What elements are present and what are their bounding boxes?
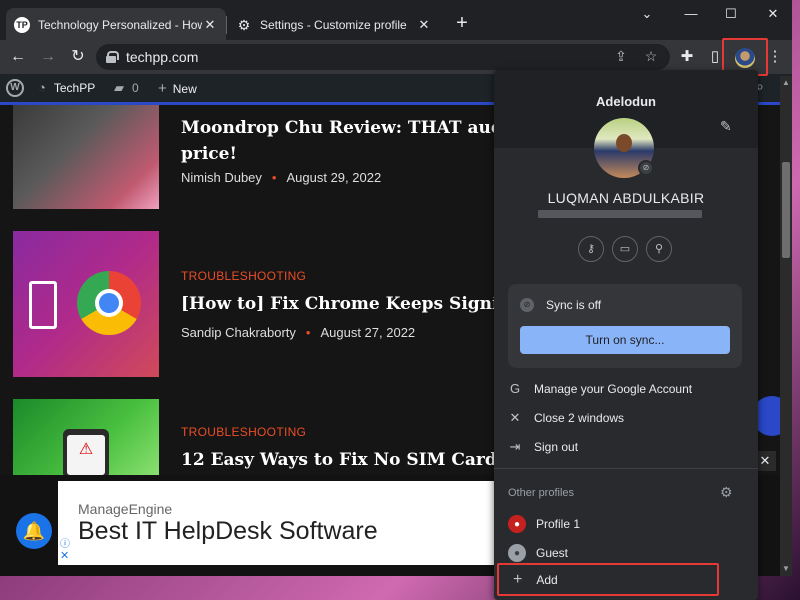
sync-paused-icon: ⊘	[638, 160, 654, 176]
payment-card-icon[interactable]: ▭	[612, 236, 638, 262]
manage-profiles-gear-icon[interactable]: ⚙	[720, 484, 733, 501]
article-title[interactable]: 12 Easy Ways to Fix No SIM Card Erro	[181, 447, 501, 473]
sign-out-icon: ⇥	[509, 439, 521, 454]
category-label[interactable]: TROUBLESHOOTING	[181, 269, 306, 283]
new-content-link[interactable]: + New	[158, 80, 197, 97]
scrollbar[interactable]: ▲ ▼	[780, 76, 792, 576]
author-link[interactable]: Nimish Dubey	[181, 170, 262, 185]
ad-close-icon[interactable]: ✕	[60, 549, 69, 562]
ad-box[interactable]: ManageEngine Best IT HelpDesk Software ⓘ…	[58, 481, 494, 565]
gear-icon: ⚙	[237, 17, 251, 33]
account-email-redacted	[538, 210, 702, 218]
wordpress-logo-icon[interactable]: W	[6, 79, 24, 97]
back-button[interactable]: ←	[6, 46, 30, 68]
sync-status: Sync is off	[546, 298, 602, 312]
dashboard-icon: ◔	[38, 80, 46, 95]
date-text: August 29, 2022	[286, 170, 382, 185]
ad-headline[interactable]: Best IT HelpDesk Software	[78, 517, 378, 546]
lock-icon	[106, 51, 119, 63]
person-avatar-icon: ●	[508, 515, 526, 533]
tab-strip: TP Technology Personalized - How T ✕ ⚙ S…	[0, 0, 792, 44]
article-thumbnail[interactable]	[13, 105, 159, 209]
article-thumbnail[interactable]: ⚠	[13, 399, 159, 479]
profile-item-profile-1[interactable]: ● Profile 1	[508, 515, 580, 533]
reload-button[interactable]: ↻	[66, 46, 90, 68]
share-icon[interactable]: ⇪	[612, 48, 630, 65]
sign-out-item[interactable]: ⇥ Sign out	[508, 439, 579, 455]
article-meta: Nimish Dubey • August 29, 2022	[181, 170, 382, 185]
new-tab-button[interactable]: +	[450, 12, 474, 36]
chrome-logo-icon	[77, 271, 141, 335]
article-title[interactable]: Moondrop Chu Review: THAT audio ( price!	[181, 115, 501, 167]
add-profile-button[interactable]: + Add	[497, 563, 719, 596]
extensions-puzzle-icon[interactable]: ✚	[676, 46, 698, 68]
ad-brand: ManageEngine	[78, 501, 173, 517]
sync-card: ⊘ Sync is off Turn on sync...	[508, 284, 742, 368]
author-link[interactable]: Sandip Chakraborty	[181, 325, 296, 340]
tab-title: Settings - Customize profile	[260, 18, 407, 32]
techpp-favicon-icon: TP	[14, 17, 30, 33]
ad-info-icon[interactable]: ⓘ	[60, 535, 70, 550]
menu-item-label: Manage your Google Account	[534, 381, 693, 396]
scrollbar-thumb[interactable]	[782, 162, 790, 258]
comments-link[interactable]: ▰ 0	[114, 80, 139, 96]
notification-bell-icon[interactable]: 🔔	[16, 513, 52, 549]
bookmark-star-icon[interactable]: ☆	[642, 48, 660, 65]
scroll-down-icon[interactable]: ▼	[782, 564, 790, 573]
article-meta: Sandip Chakraborty • August 27, 2022	[181, 325, 416, 340]
turn-on-sync-button[interactable]: Turn on sync...	[520, 326, 730, 354]
profile-item-guest[interactable]: ● Guest	[508, 544, 568, 562]
url-text: techpp.com	[126, 49, 199, 65]
guest-avatar-icon: ●	[508, 544, 526, 562]
maximize-button[interactable]: ☐	[716, 6, 746, 22]
manage-account-item[interactable]: G Manage your Google Account	[508, 381, 692, 396]
date-text: August 27, 2022	[320, 325, 416, 340]
sync-off-icon: ⊘	[520, 298, 534, 312]
google-g-icon: G	[509, 381, 521, 396]
close-windows-item[interactable]: ✕ Close 2 windows	[508, 410, 625, 426]
close-window-button[interactable]: ✕	[758, 6, 788, 22]
menu-item-label: Sign out	[534, 440, 579, 454]
avatar	[735, 48, 755, 68]
account-full-name: LUQMAN ABDULKABIR	[547, 190, 705, 206]
article-thumbnail[interactable]	[13, 231, 159, 377]
article-title[interactable]: [How to] Fix Chrome Keeps Signing I	[181, 291, 501, 317]
addresses-pin-icon[interactable]: ⚲	[646, 236, 672, 262]
category-label[interactable]: TROUBLESHOOTING	[181, 425, 306, 439]
minimize-button[interactable]: —	[676, 6, 706, 21]
site-name-link[interactable]: ◔ TechPP	[38, 80, 95, 95]
profile-menu: Adelodun ✎ ⊘ LUQMAN ABDULKABIR ⚷ ▭ ⚲ ⊘ S…	[494, 70, 758, 600]
add-label: Add	[536, 572, 558, 587]
plus-icon: +	[513, 570, 523, 588]
profile-label: Guest	[536, 546, 569, 560]
tab-title: Technology Personalized - How T	[38, 18, 202, 32]
new-label: New	[172, 81, 197, 96]
site-name-label: TechPP	[53, 80, 96, 95]
profile-name: Adelodun	[596, 94, 656, 109]
tab-techpp[interactable]: TP Technology Personalized - How T ✕	[6, 8, 226, 42]
close-tab-icon[interactable]: ✕	[416, 17, 432, 33]
other-profiles-heading: Other profiles	[508, 487, 575, 499]
sign-out-arrow-icon	[29, 281, 57, 329]
close-icon: ✕	[509, 410, 521, 425]
comments-count: 0	[132, 81, 139, 95]
comment-bubble-icon: ▰	[114, 80, 124, 95]
plus-icon: +	[158, 80, 167, 97]
toolbar: ← → ↻ techpp.com ⇪ ☆ ✚ ▯ ⋮	[0, 40, 792, 74]
edit-pencil-icon[interactable]: ✎	[720, 118, 732, 135]
scroll-up-icon[interactable]: ▲	[782, 78, 790, 87]
phone-icon: ⚠	[63, 429, 109, 479]
close-tab-icon[interactable]: ✕	[202, 17, 218, 33]
address-bar[interactable]: techpp.com ⇪ ☆	[96, 44, 670, 70]
passwords-key-icon[interactable]: ⚷	[578, 236, 604, 262]
menu-item-label: Close 2 windows	[534, 411, 625, 425]
tab-search-chevron-icon[interactable]: ⌄	[632, 6, 662, 22]
divider	[494, 468, 758, 469]
tab-separator	[226, 16, 227, 34]
profile-label: Profile 1	[536, 517, 581, 531]
tab-settings[interactable]: ⚙ Settings - Customize profile ✕	[228, 8, 440, 42]
forward-button[interactable]: →	[36, 46, 60, 68]
